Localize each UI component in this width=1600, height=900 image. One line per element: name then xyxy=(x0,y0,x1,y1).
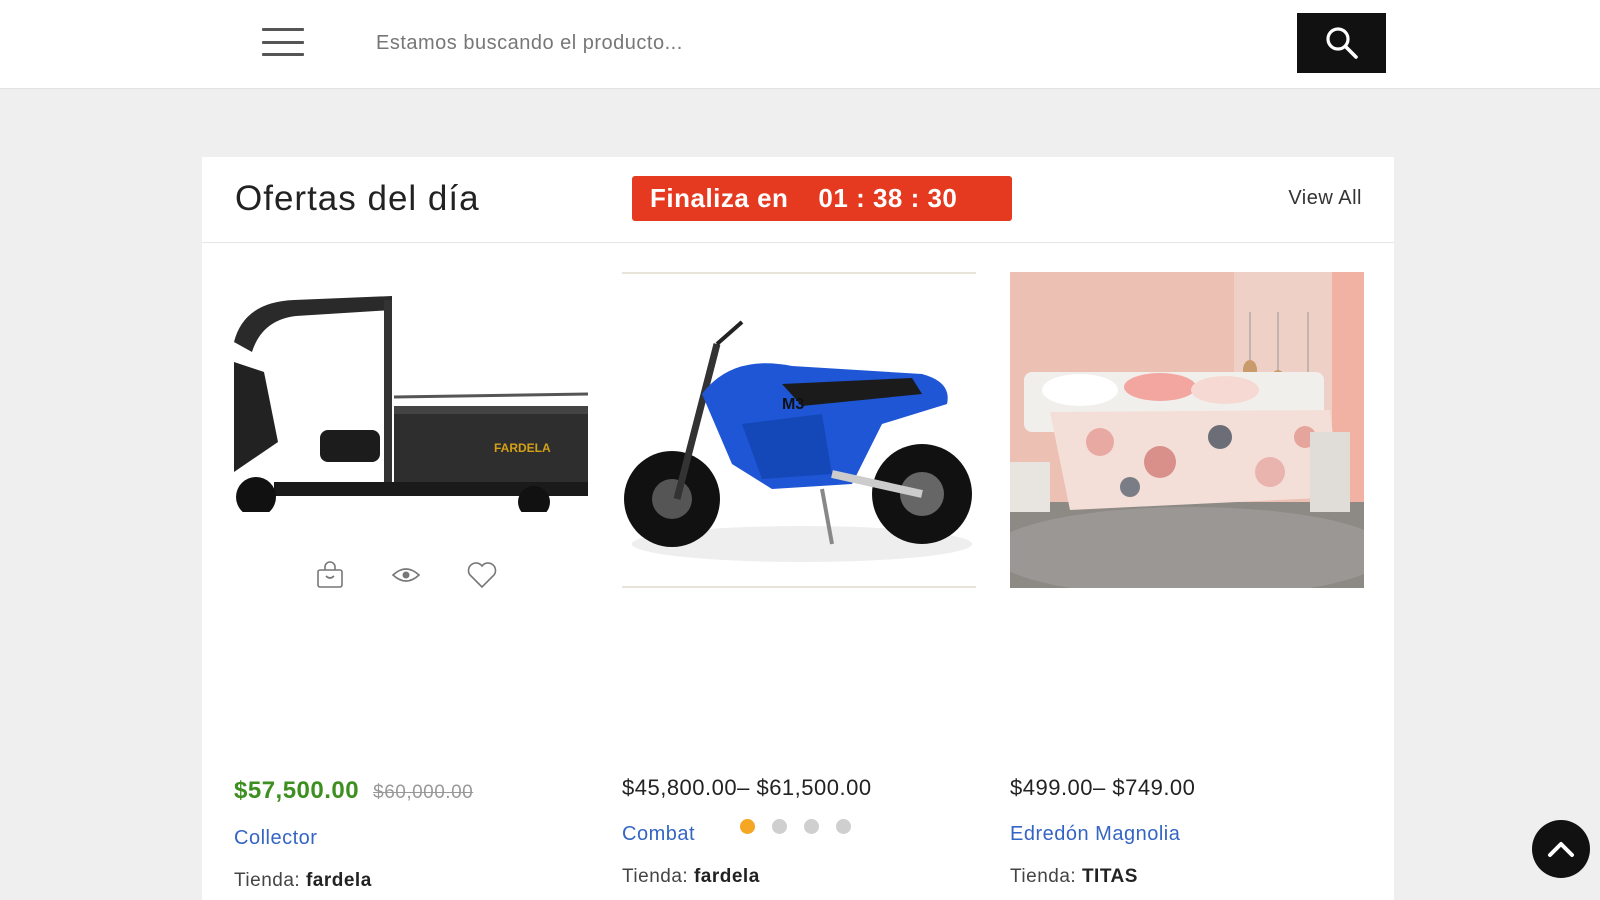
product-name-link[interactable]: Collector xyxy=(234,827,317,850)
price-range: $45,800.00– $61,500.00 xyxy=(622,775,872,800)
deals-title: Ofertas del día xyxy=(235,179,480,218)
store-label: Tienda: xyxy=(1010,866,1077,887)
product-name-link[interactable]: Combat xyxy=(622,823,695,846)
store-info: Tienda: fardela xyxy=(622,866,760,888)
svg-text:FARDELA: FARDELA xyxy=(494,441,551,455)
countdown-badge: Finaliza en 01 : 38 : 30 xyxy=(632,176,1012,221)
store-info: Tienda: TITAS xyxy=(1010,866,1138,888)
menu-icon[interactable] xyxy=(262,28,304,56)
carousel-pagination xyxy=(740,819,851,834)
view-all-link[interactable]: View All xyxy=(1288,187,1362,210)
carousel-dot-1[interactable] xyxy=(740,819,755,834)
carousel-dot-4[interactable] xyxy=(836,819,851,834)
chevron-up-icon xyxy=(1548,842,1574,857)
product-card[interactable]: FARDELA $57,500.00 $60,000.00 Collector xyxy=(234,272,588,891)
store-name: fardela xyxy=(305,870,372,891)
quick-view-eye-icon[interactable] xyxy=(390,559,422,591)
store-label: Tienda: xyxy=(234,870,301,891)
store-name: fardela xyxy=(693,866,760,887)
carousel-dot-3[interactable] xyxy=(804,819,819,834)
old-price: $60,000.00 xyxy=(373,782,474,803)
price-row: $499.00– $749.00 xyxy=(1010,775,1195,801)
countdown-label: Finaliza en xyxy=(650,183,789,213)
price-range: $499.00– $749.00 xyxy=(1010,775,1196,800)
top-bar xyxy=(0,0,1600,89)
price-row: $57,500.00 $60,000.00 xyxy=(234,777,473,805)
store-label: Tienda: xyxy=(622,866,689,887)
product-actions xyxy=(314,559,498,591)
search-icon xyxy=(1325,27,1358,59)
add-to-cart-icon[interactable] xyxy=(314,559,346,591)
product-card[interactable]: $499.00– $749.00 Edredón Magnolia Tienda… xyxy=(1010,272,1364,887)
svg-text:M3: M3 xyxy=(782,396,804,413)
deals-header: Ofertas del día Finaliza en 01 : 38 : 30… xyxy=(202,157,1394,243)
carousel-dot-2[interactable] xyxy=(772,819,787,834)
product-name-link[interactable]: Edredón Magnolia xyxy=(1010,823,1180,846)
product-image-blue-electric-motorcycle[interactable]: M3 xyxy=(622,272,976,588)
store-name: TITAS xyxy=(1081,866,1138,887)
deals-panel: Ofertas del día Finaliza en 01 : 38 : 30… xyxy=(202,157,1394,900)
search-input[interactable] xyxy=(362,14,1292,72)
search-button[interactable] xyxy=(1297,13,1386,73)
countdown-time: 01 : 38 : 30 xyxy=(818,183,958,213)
product-card[interactable]: M3 $45,800.00– $61,500.00 Combat Tienda:… xyxy=(622,272,976,887)
product-image-cargo-tricycle[interactable]: FARDELA xyxy=(234,272,588,588)
store-info: Tienda: fardela xyxy=(234,870,372,892)
back-to-top-button[interactable] xyxy=(1532,820,1590,878)
price-row: $45,800.00– $61,500.00 xyxy=(622,775,872,801)
product-image-floral-bedspread-bedroom[interactable] xyxy=(1010,272,1364,588)
sale-price: $57,500.00 xyxy=(234,777,360,804)
wishlist-heart-icon[interactable] xyxy=(466,559,498,591)
